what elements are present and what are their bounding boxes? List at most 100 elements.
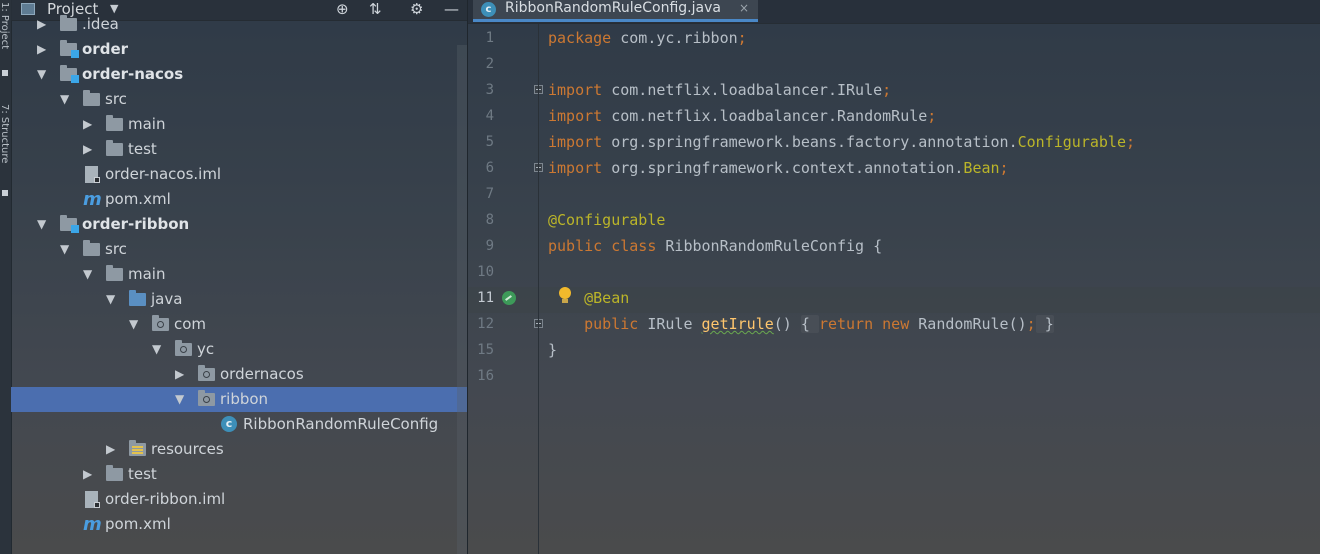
code-line[interactable]: public IRule getIrule() { return new Ran… — [548, 311, 1054, 337]
code-token: ; — [927, 107, 937, 125]
tree-item-label: java — [151, 290, 183, 308]
code-line[interactable]: import org.springframework.context.annot… — [548, 155, 1009, 181]
tree-item-label: test — [128, 465, 157, 483]
code-line[interactable]: package com.yc.ribbon; — [548, 25, 747, 51]
tree-item[interactable]: ▶ .idea — [11, 12, 467, 37]
code-line[interactable]: import org.springframework.beans.factory… — [548, 129, 1135, 155]
expanded-arrow-icon[interactable]: ▼ — [106, 292, 115, 306]
editor-tab[interactable]: c RibbonRandomRuleConfig.java × — [473, 0, 758, 22]
package-mark — [180, 346, 187, 353]
tree-item[interactable]: ▼ src — [11, 87, 467, 112]
expanded-arrow-icon[interactable]: ▼ — [175, 392, 184, 406]
editor-tab-bar: c RibbonRandomRuleConfig.java × — [468, 0, 1320, 24]
code-token: RibbonRandomRuleConfig { — [665, 237, 883, 255]
expanded-arrow-icon[interactable]: ▼ — [83, 267, 92, 281]
tree-item[interactable]: ▼ main — [11, 262, 467, 287]
collapsed-arrow-icon[interactable]: ▶ — [83, 142, 92, 156]
line-number: 9 — [485, 238, 494, 254]
code-token: com.yc.ribbon — [620, 29, 738, 47]
collapsed-arrow-icon[interactable]: ▶ — [37, 42, 46, 56]
expanded-arrow-icon[interactable]: ▼ — [152, 342, 161, 356]
code-line[interactable]: public class RibbonRandomRuleConfig { — [548, 233, 882, 259]
tree-item[interactable]: ▼ order-nacos — [11, 62, 467, 87]
tree-item[interactable]: order-nacos.iml — [11, 162, 467, 187]
tree-item[interactable]: ▶ ordernacos — [11, 362, 467, 387]
tree-item[interactable]: c RibbonRandomRuleConfig — [11, 412, 467, 437]
code-line[interactable]: import com.netflix.loadbalancer.RandomRu… — [548, 103, 936, 129]
structure-tool-tab[interactable]: 7: Structure — [0, 104, 10, 163]
project-scrollbar[interactable] — [457, 45, 467, 554]
tree-item-label: RibbonRandomRuleConfig — [243, 415, 439, 433]
code-token: import — [548, 133, 612, 151]
tree-item[interactable]: m pom.xml — [11, 187, 467, 212]
expanded-arrow-icon[interactable]: ▼ — [37, 67, 46, 81]
tree-item[interactable]: ▶ resources — [11, 437, 467, 462]
collapsed-arrow-icon[interactable]: ▶ — [83, 467, 92, 481]
tree-item-label: main — [128, 265, 166, 283]
editor-tab-label: RibbonRandomRuleConfig.java — [505, 0, 721, 16]
tree-item[interactable]: ▼ com — [11, 312, 467, 337]
module-icon — [60, 65, 79, 83]
folder-icon — [60, 15, 77, 31]
line-number-gutter[interactable]: 1 2 3 4 5 6 7 8 9 10 11 12 15 16 — [468, 24, 543, 554]
collapsed-arrow-icon[interactable]: ▶ — [175, 367, 184, 381]
package-mark — [203, 396, 210, 403]
tree-item[interactable]: m pom.xml — [11, 512, 467, 537]
code-token: ; — [1026, 315, 1036, 333]
code-token: return new — [818, 315, 919, 333]
lightbulb-icon[interactable] — [559, 287, 571, 303]
folder-icon — [106, 265, 123, 281]
module-mark — [71, 75, 79, 83]
close-icon[interactable]: × — [739, 0, 749, 16]
collapsed-arrow-icon[interactable]: ▶ — [83, 117, 92, 131]
tree-item[interactable]: ▼ java — [11, 287, 467, 312]
code-line[interactable]: } — [548, 337, 557, 363]
tree-item-label: yc — [197, 340, 215, 358]
tree-item[interactable]: ▼ yc — [11, 337, 467, 362]
code-line[interactable]: import com.netflix.loadbalancer.IRule; — [548, 77, 891, 103]
bean-gutter-icon[interactable] — [502, 291, 516, 305]
maven-icon: m — [83, 189, 102, 210]
tree-item[interactable]: ▼ order-ribbon — [11, 212, 467, 237]
code-token: import — [548, 81, 612, 99]
editor-scrollbar[interactable] — [1306, 24, 1320, 554]
tree-item-label: .idea — [82, 15, 119, 33]
code-token: Bean — [963, 159, 1000, 177]
line-number: 8 — [485, 212, 494, 228]
project-tool-tab[interactable]: 1: Project — [0, 2, 10, 49]
tree-item-label: com — [174, 315, 207, 333]
tree-item-label: src — [105, 240, 127, 258]
expanded-arrow-icon[interactable]: ▼ — [60, 92, 69, 106]
package-mark — [157, 321, 164, 328]
module-mark — [71, 225, 79, 233]
tree-item[interactable]: ▼ src — [11, 237, 467, 262]
expanded-arrow-icon[interactable]: ▼ — [37, 217, 46, 231]
folder-icon — [106, 140, 123, 156]
collapsed-arrow-icon[interactable]: ▶ — [37, 17, 46, 31]
package-icon — [198, 365, 215, 381]
code-token: com.netflix.loadbalancer.IRule — [611, 81, 883, 99]
tree-item[interactable]: ▶ test — [11, 137, 467, 162]
tree-item[interactable]: order-ribbon.iml — [11, 487, 467, 512]
tree-item[interactable]: ▼ ribbon — [11, 387, 467, 412]
folder-icon — [106, 115, 123, 131]
code-line[interactable]: @Configurable — [548, 207, 665, 233]
collapsed-arrow-icon[interactable]: ▶ — [106, 442, 115, 456]
tree-item-label: resources — [151, 440, 224, 458]
code-token: @Configurable — [548, 211, 666, 229]
tree-item-label: main — [128, 115, 166, 133]
iml-file-icon — [85, 166, 100, 183]
expanded-arrow-icon[interactable]: ▼ — [129, 317, 138, 331]
line-number: 12 — [477, 316, 494, 332]
expanded-arrow-icon[interactable]: ▼ — [60, 242, 69, 256]
code-token: com.netflix.loadbalancer.RandomRule — [611, 107, 928, 125]
resources-mark — [132, 446, 143, 448]
module-icon — [60, 215, 79, 233]
tree-item[interactable]: ▶ order — [11, 37, 467, 62]
code-token: ; — [999, 159, 1009, 177]
line-number: 16 — [477, 368, 494, 384]
tree-item[interactable]: ▶ main — [11, 112, 467, 137]
folder-icon — [83, 240, 100, 256]
tree-item[interactable]: ▶ test — [11, 462, 467, 487]
code-token: package — [548, 29, 621, 47]
